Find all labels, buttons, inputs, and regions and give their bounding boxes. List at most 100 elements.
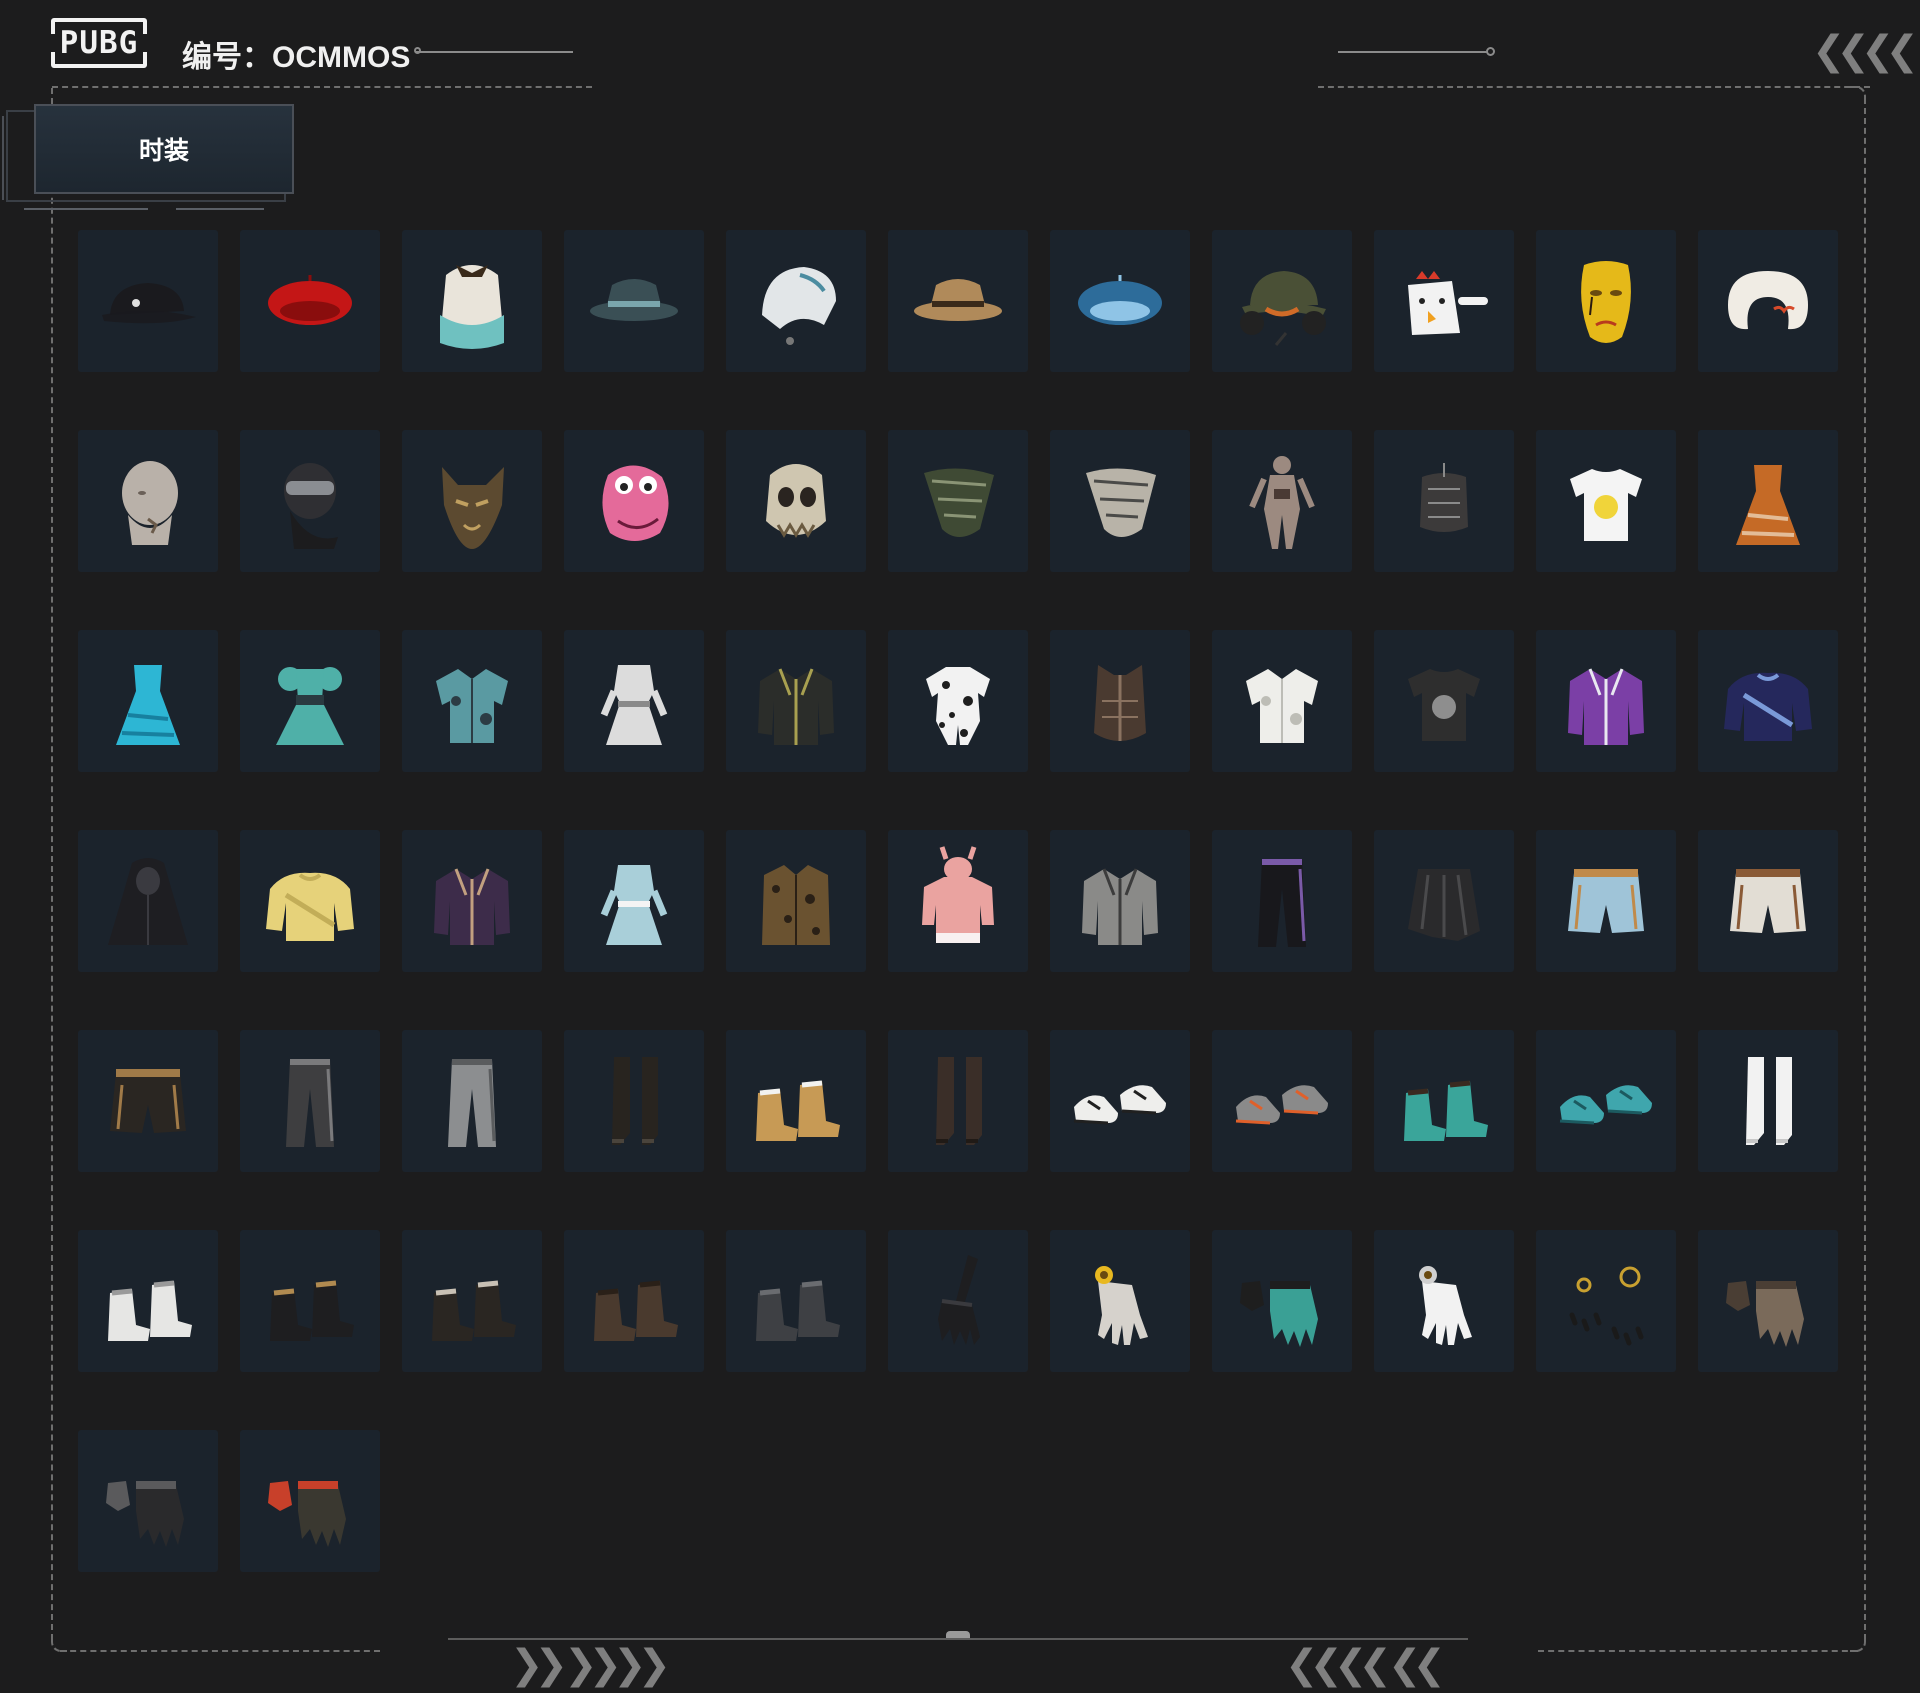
item-tile-winner-winner-tshirt[interactable] <box>1374 630 1514 772</box>
jacket-icon <box>1568 668 1644 745</box>
item-tile-black-draped-skirt[interactable] <box>1374 830 1514 972</box>
header-divider-right <box>1338 51 1491 53</box>
item-tile-black-claw-gloves[interactable] <box>888 1230 1028 1372</box>
item-tile-red-beret[interactable] <box>240 230 380 372</box>
item-tile-white-slouch-boots[interactable] <box>78 1230 218 1372</box>
item-tile-leopard-bucket-hat[interactable] <box>888 230 1028 372</box>
item-tile-black-baseball-cap[interactable] <box>78 230 218 372</box>
frame-corner <box>51 1636 67 1652</box>
item-tile-hooded-bodysuit[interactable] <box>1212 430 1352 572</box>
pants-icon <box>448 1059 496 1147</box>
item-tile-pink-dino-mask[interactable] <box>564 430 704 572</box>
item-tile-grey-joggers[interactable] <box>402 1030 542 1172</box>
cloak-icon <box>108 858 188 945</box>
item-tile-green-camo-bandana[interactable] <box>888 430 1028 572</box>
item-tile-black-stocking-heels[interactable] <box>888 1030 1028 1172</box>
item-tile-white-sci-fi-dress[interactable] <box>564 630 704 772</box>
item-tile-teal-slip-ons[interactable] <box>1536 1030 1676 1172</box>
item-tile-leopard-trench-coat[interactable] <box>726 830 866 972</box>
item-tile-teal-puff-sleeve-dress[interactable] <box>240 630 380 772</box>
tallboots-icon <box>936 1057 982 1145</box>
item-tile-leopard-panel-shorts[interactable] <box>78 1030 218 1172</box>
item-tile-black-hooded-cloak[interactable] <box>78 830 218 972</box>
item-tile-light-denim-shorts[interactable] <box>1536 830 1676 972</box>
item-tile-teal-lace-up-boots[interactable] <box>1374 1030 1514 1172</box>
item-tile-yellow-fuzzy-sweater[interactable] <box>240 830 380 972</box>
item-tile-orange-leopard-dress[interactable] <box>1698 430 1838 572</box>
item-tile-bald-head-with-goatee[interactable] <box>78 430 218 572</box>
puffdress-icon <box>276 667 344 745</box>
item-tile-purple-bomber-jacket[interactable] <box>402 830 542 972</box>
item-tile-light-blue-nurse-dress[interactable] <box>564 830 704 972</box>
tab-fashion[interactable]: 时装 <box>36 106 292 192</box>
item-tile-dalmatian-outfit[interactable] <box>888 630 1028 772</box>
hand-icon <box>1095 1266 1148 1345</box>
item-tile-brown-ankle-boots[interactable] <box>564 1230 704 1372</box>
jacket-icon <box>1082 868 1158 945</box>
item-tile-grey-orange-sneakers[interactable] <box>1212 1030 1352 1172</box>
boots-icon <box>756 1080 840 1141</box>
item-tile-white-mandarin-shirt[interactable] <box>1212 630 1352 772</box>
item-tile-navy-anniversary-sweater[interactable] <box>1698 630 1838 772</box>
item-tile-black-fuzzy-leopard-boots[interactable] <box>240 1230 380 1372</box>
item-tile-army-cap-headset[interactable] <box>1212 230 1352 372</box>
hair-icon <box>440 265 504 349</box>
item-tile-white-hood[interactable] <box>726 230 866 372</box>
item-tile-grey-denim-jacket[interactable] <box>1050 830 1190 972</box>
item-tile-white-shorts-belt[interactable] <box>1698 830 1838 972</box>
clawgloves-icon <box>938 1255 980 1345</box>
item-tile-black-track-pants[interactable] <box>1212 830 1352 972</box>
item-tile-white-gloves[interactable] <box>1374 1230 1514 1372</box>
jacket-icon <box>758 668 834 745</box>
item-tile-pink-bunny-hoodie[interactable] <box>888 830 1028 972</box>
item-tile-dark-goggles-balaclava[interactable] <box>240 430 380 572</box>
bodysuit-icon <box>1249 456 1315 549</box>
skirt-icon <box>1408 869 1480 941</box>
tshirt-icon <box>1408 669 1480 741</box>
item-tile-brown-leather-vest[interactable] <box>1050 630 1190 772</box>
scidress-icon <box>600 865 668 945</box>
item-tile-white-ankle-boots[interactable] <box>1698 1030 1838 1172</box>
item-tile-skeleton-warrior-mask[interactable] <box>726 430 866 572</box>
item-tile-fur-trim-black-boots[interactable] <box>402 1230 542 1372</box>
item-tile-sunflower-hand[interactable] <box>1050 1230 1190 1372</box>
item-tile-white-chicken-mask[interactable] <box>1374 230 1514 372</box>
head-icon <box>122 461 178 545</box>
item-tile-bronze-wolf-mask[interactable] <box>402 430 542 572</box>
item-tile-tan-work-boots[interactable] <box>726 1030 866 1172</box>
gloves-icon <box>106 1481 184 1547</box>
item-tile-black-fingerless-gloves[interactable] <box>78 1430 218 1572</box>
frame-corner <box>1850 1636 1866 1652</box>
item-tile-white-neck-pillow[interactable] <box>1698 230 1838 372</box>
item-tile-black-nail-jewelry[interactable] <box>1536 1230 1676 1372</box>
bottom-divider <box>448 1638 1468 1640</box>
item-tile-dark-leather-corset[interactable] <box>1374 430 1514 572</box>
jacket-icon <box>434 868 510 945</box>
item-tile-black-thigh-high-boots[interactable] <box>564 1030 704 1172</box>
item-tile-tropical-print-shirt[interactable] <box>402 630 542 772</box>
item-tile-teal-bucket-hat[interactable] <box>564 230 704 372</box>
bandana-icon <box>1086 468 1156 537</box>
item-tile-dark-grey-boots[interactable] <box>726 1230 866 1372</box>
pillow-icon <box>1728 271 1808 330</box>
item-tile-blue-plaid-beret[interactable] <box>1050 230 1190 372</box>
item-tile-grey-patched-pants[interactable] <box>240 1030 380 1172</box>
dress-icon <box>1736 465 1800 545</box>
chevrons-right-decoration-icon: ❯❯ ❯❯❯❯ <box>510 1642 671 1688</box>
item-tile-black-military-jacket[interactable] <box>726 630 866 772</box>
chevrons-left-decoration-icon: ❮❮❮❮ ❮❮ <box>1285 1642 1446 1688</box>
item-tile-superman-gloves[interactable] <box>240 1430 380 1572</box>
item-tile-gold-face-mask[interactable] <box>1536 230 1676 372</box>
sneakers-icon <box>1559 1085 1652 1125</box>
item-tile-teal-fluffy-hair-with-bow[interactable] <box>402 230 542 372</box>
item-tile-bandaged-gloves[interactable] <box>1698 1230 1838 1372</box>
item-tile-white-chick-tshirt[interactable] <box>1536 430 1676 572</box>
item-tile-white-platform-sneakers[interactable] <box>1050 1030 1190 1172</box>
dress-icon <box>116 665 180 745</box>
gloves-icon <box>268 1481 346 1547</box>
item-tile-purple-colorblock-jacket[interactable] <box>1536 630 1676 772</box>
item-tile-teal-fingerless-gloves[interactable] <box>1212 1230 1352 1372</box>
frame-border-bottom-left <box>60 1650 380 1652</box>
item-tile-blue-tie-dye-dress[interactable] <box>78 630 218 772</box>
item-tile-checkered-scarf[interactable] <box>1050 430 1190 572</box>
